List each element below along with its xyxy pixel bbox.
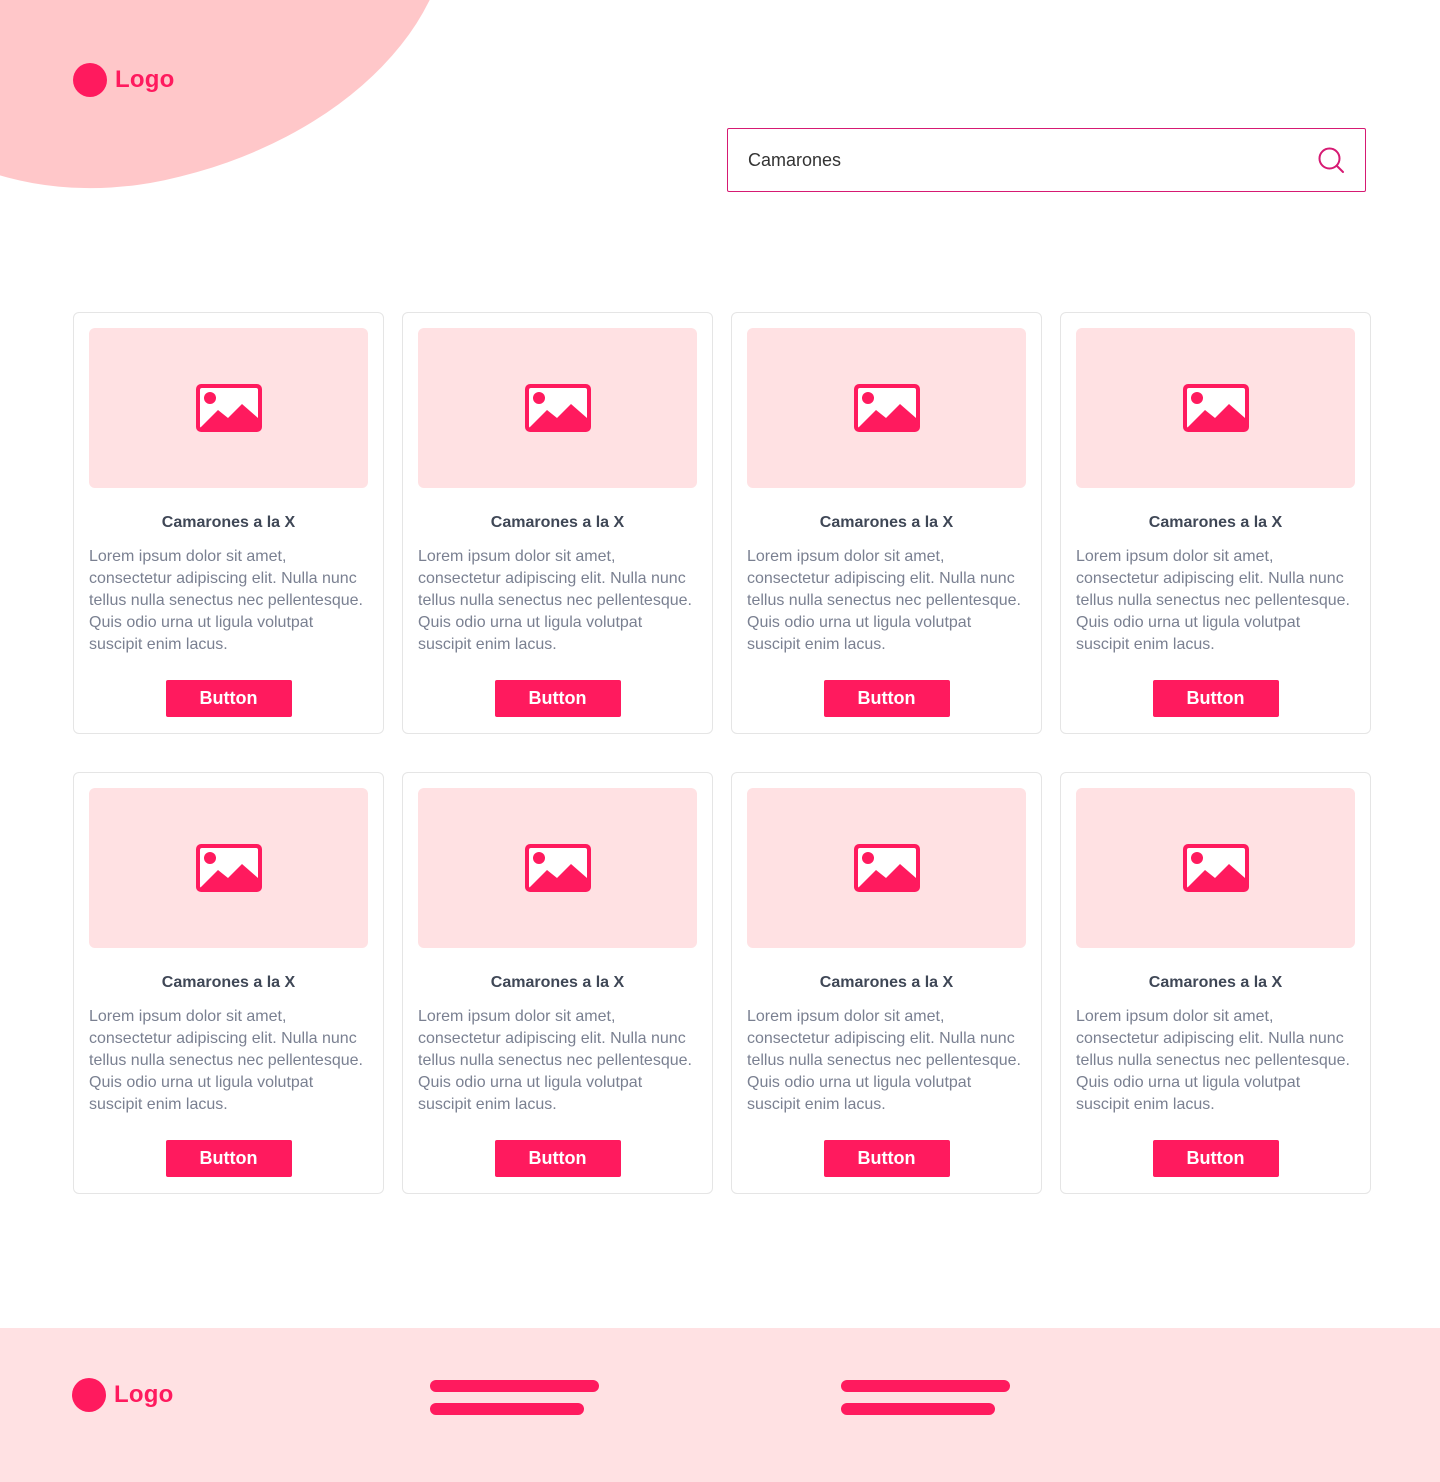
card-title: Camarones a la X [490, 974, 625, 991]
image-placeholder [1076, 328, 1355, 488]
card-button[interactable]: Button [165, 680, 292, 717]
image-placeholder [747, 328, 1026, 488]
card-button[interactable]: Button [494, 680, 621, 717]
card-button[interactable]: Button [494, 1140, 621, 1177]
card-description: Lorem ipsum dolor sit amet, consectetur … [418, 1008, 692, 1113]
image-icon [524, 384, 591, 432]
card-description: Lorem ipsum dolor sit amet, consectetur … [747, 548, 1021, 653]
image-icon [853, 844, 920, 892]
footer-link-placeholder[interactable] [841, 1380, 1010, 1392]
card-title: Camarones a la X [490, 514, 625, 531]
product-grid: Camarones a la X Lorem ipsum dolor sit a… [73, 312, 1371, 1194]
card-title: Camarones a la X [1148, 974, 1283, 991]
header-logo[interactable]: Logo [73, 63, 174, 97]
card-title: Camarones a la X [819, 974, 954, 991]
image-icon [853, 384, 920, 432]
image-icon [1182, 844, 1249, 892]
product-card: Camarones a la X Lorem ipsum dolor sit a… [1060, 772, 1371, 1194]
card-button[interactable]: Button [823, 680, 950, 717]
logo-text: Logo [114, 1381, 174, 1408]
product-card: Camarones a la X Lorem ipsum dolor sit a… [731, 772, 1042, 1194]
image-placeholder [1076, 788, 1355, 948]
product-card: Camarones a la X Lorem ipsum dolor sit a… [731, 312, 1042, 734]
product-card: Camarones a la X Lorem ipsum dolor sit a… [402, 312, 713, 734]
image-placeholder [747, 788, 1026, 948]
logo-circle-icon [72, 1378, 106, 1412]
card-description: Lorem ipsum dolor sit amet, consectetur … [747, 1008, 1021, 1113]
logo-text: Logo [115, 66, 175, 93]
card-description: Lorem ipsum dolor sit amet, consectetur … [89, 1008, 363, 1113]
card-button[interactable]: Button [1152, 680, 1279, 717]
image-placeholder [418, 788, 697, 948]
card-title: Camarones a la X [819, 514, 954, 531]
card-description: Lorem ipsum dolor sit amet, consectetur … [1076, 1008, 1350, 1113]
image-icon [195, 844, 262, 892]
search-icon[interactable] [1317, 146, 1345, 174]
search-input[interactable] [748, 149, 1307, 171]
image-icon [524, 844, 591, 892]
footer-link-placeholder[interactable] [430, 1403, 584, 1415]
card-description: Lorem ipsum dolor sit amet, consectetur … [89, 548, 363, 653]
card-description: Lorem ipsum dolor sit amet, consectetur … [418, 548, 692, 653]
footer-logo[interactable]: Logo [72, 1378, 173, 1412]
card-button[interactable]: Button [165, 1140, 292, 1177]
product-card: Camarones a la X Lorem ipsum dolor sit a… [1060, 312, 1371, 734]
product-card: Camarones a la X Lorem ipsum dolor sit a… [73, 772, 384, 1194]
footer [0, 1328, 1440, 1482]
image-icon [195, 384, 262, 432]
footer-link-placeholder[interactable] [841, 1403, 995, 1415]
image-placeholder [89, 328, 368, 488]
image-placeholder [89, 788, 368, 948]
logo-circle-icon [73, 63, 107, 97]
image-icon [1182, 384, 1249, 432]
card-title: Camarones a la X [161, 514, 296, 531]
card-button[interactable]: Button [1152, 1140, 1279, 1177]
image-placeholder [418, 328, 697, 488]
header-decorative-blob [0, 0, 493, 238]
footer-link-placeholder[interactable] [430, 1380, 599, 1392]
card-title: Camarones a la X [1148, 514, 1283, 531]
search-bar [727, 128, 1366, 192]
product-card: Camarones a la X Lorem ipsum dolor sit a… [73, 312, 384, 734]
card-title: Camarones a la X [161, 974, 296, 991]
card-description: Lorem ipsum dolor sit amet, consectetur … [1076, 548, 1350, 653]
card-button[interactable]: Button [823, 1140, 950, 1177]
product-card: Camarones a la X Lorem ipsum dolor sit a… [402, 772, 713, 1194]
